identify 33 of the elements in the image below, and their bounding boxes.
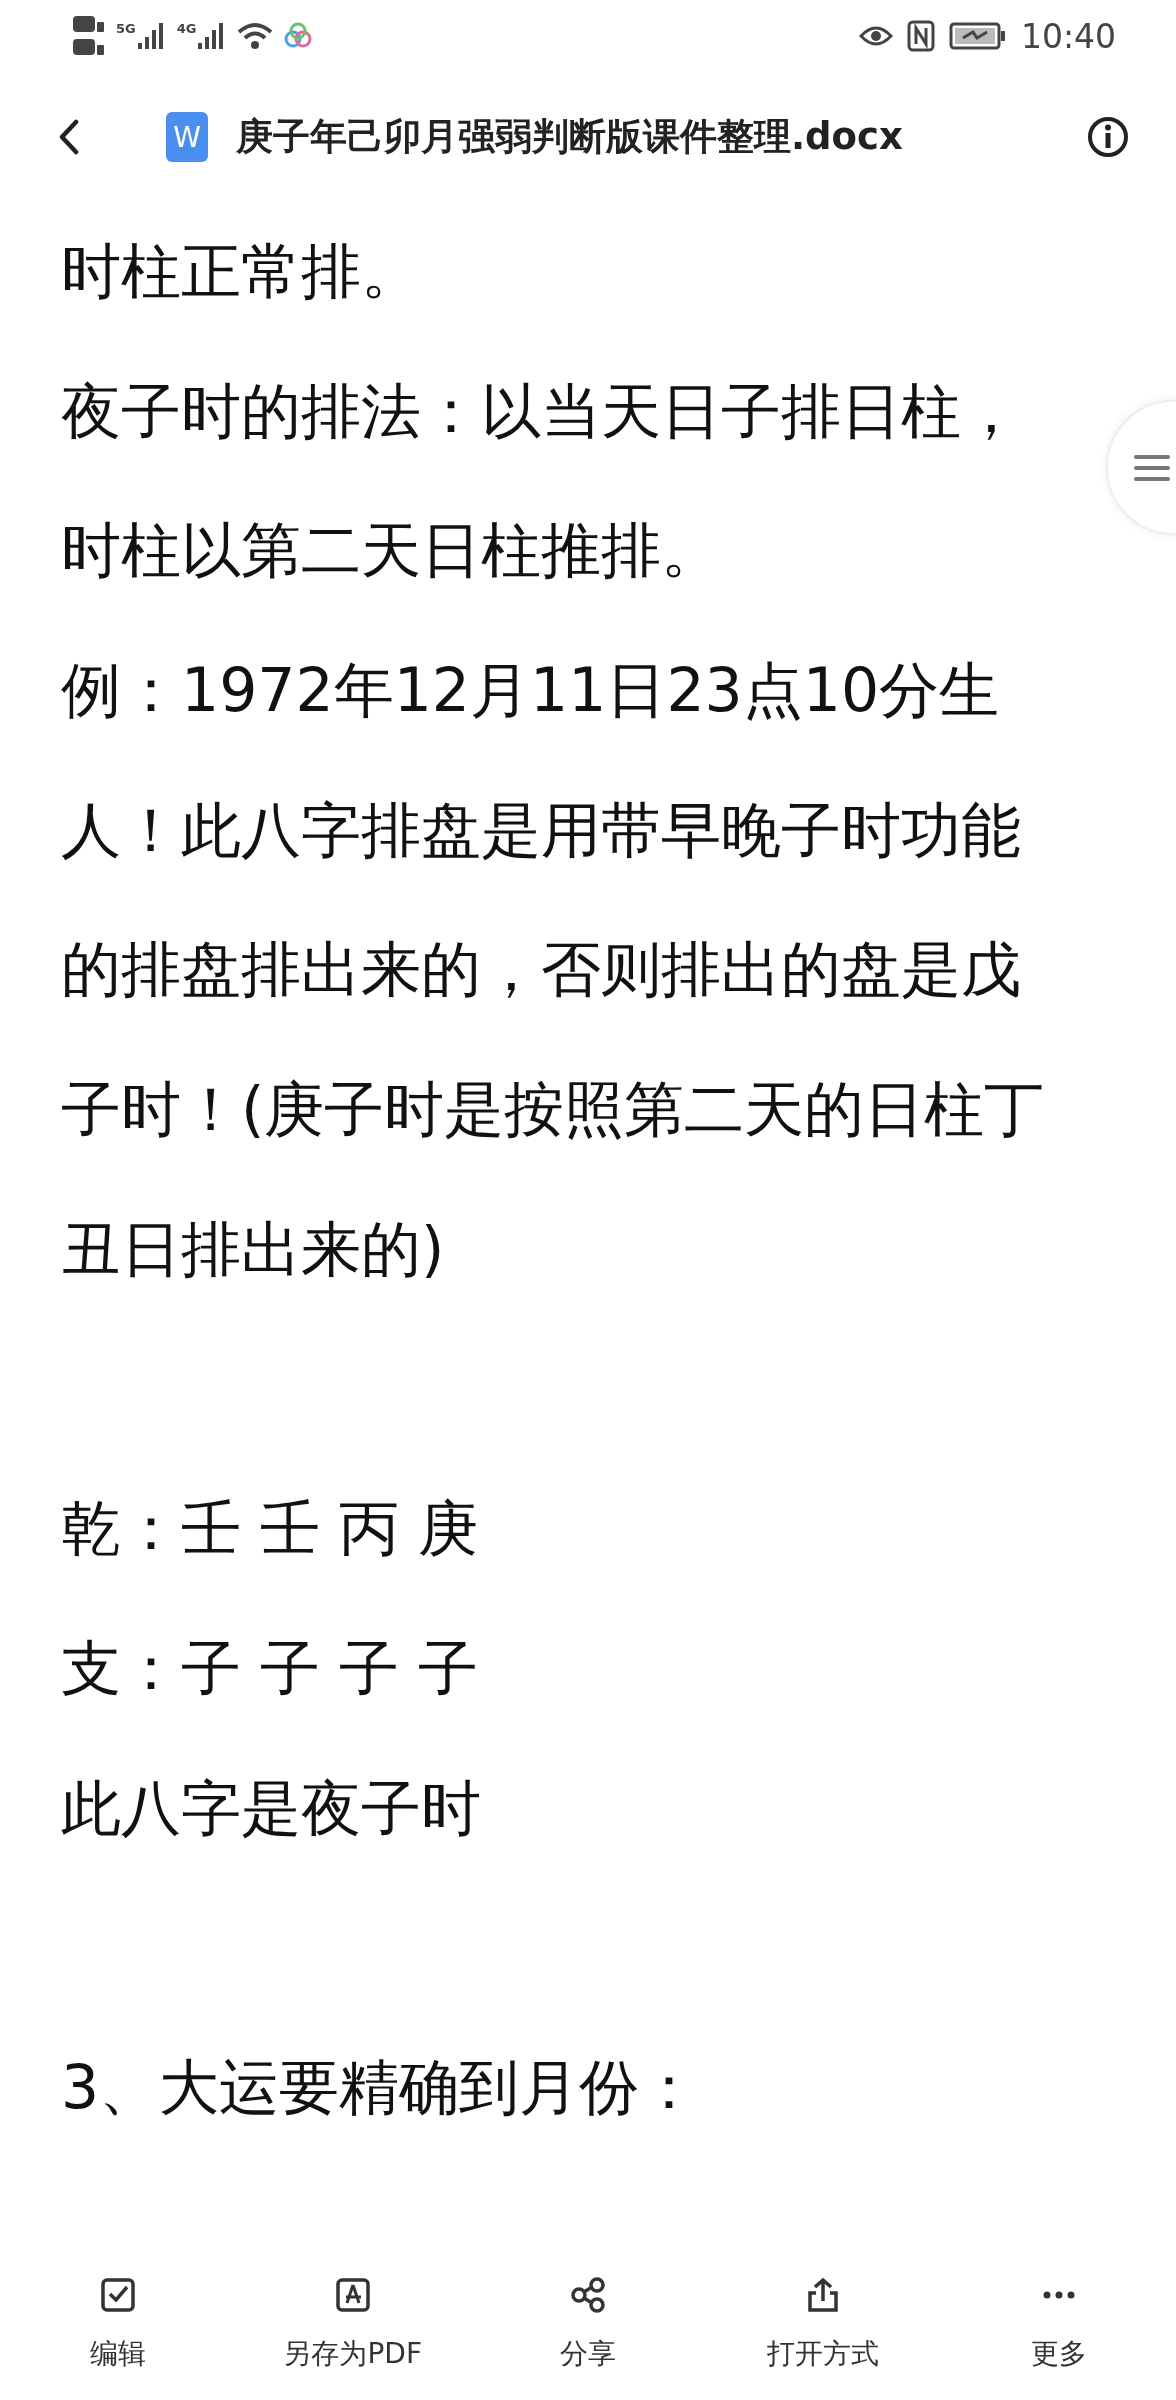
document-text-line: 的排盘排出来的，否则排出的盘是戊: [61, 933, 1021, 1007]
document-text-line: 支：子 子 子 子: [61, 1631, 479, 1705]
clock-time: 10:40: [1020, 16, 1116, 56]
sim-badges-icon: [72, 14, 106, 58]
back-chevron-icon[interactable]: [58, 119, 80, 155]
toolbar-button-label[interactable]: 分享: [560, 2335, 616, 2373]
wifi-icon: [237, 21, 274, 51]
document-text-line: 丑日排出来的): [61, 1212, 445, 1286]
network-label: 4G: [176, 21, 197, 36]
checkbox-edit-icon[interactable]: [99, 2277, 136, 2313]
document-text-line: 例：1972年12月11日23点10分生: [61, 654, 1000, 728]
document-text-line: 子时！(庚子时是按照第二天的日柱丁: [61, 1073, 1045, 1147]
pdf-icon[interactable]: [334, 2277, 371, 2313]
document-text-line: 此八字是夜子时: [61, 1771, 481, 1845]
document-text-line: 乾：壬 壬 丙 庚: [61, 1492, 479, 1566]
eye-icon: [858, 24, 893, 48]
document-text-line: 3、大运要精确到月份：: [61, 2050, 700, 2124]
toolbar-button-label[interactable]: 另存为PDF: [283, 2335, 423, 2373]
document-text-line: 人！此八字排盘是用带早晚子时功能: [61, 793, 1021, 867]
toolbar-button-label[interactable]: 编辑: [89, 2335, 146, 2373]
document-text-line: 时柱以第二天日柱推排。: [61, 514, 721, 588]
menu-icon[interactable]: [1134, 454, 1170, 481]
network-label: 5G: [116, 21, 136, 36]
nfc-icon: [906, 20, 935, 52]
document-title: 庚子年己卯月强弱判断版课件整理.docx: [236, 114, 903, 160]
battery-icon: [948, 22, 1007, 50]
word-file-icon: W: [166, 112, 208, 162]
toolbar-button-label[interactable]: 更多: [1030, 2335, 1087, 2373]
info-icon[interactable]: [1086, 115, 1130, 159]
share-icon[interactable]: [570, 2277, 606, 2313]
toolbar-button-label[interactable]: 打开方式: [767, 2335, 880, 2373]
document-text-line: 夜子时的排法：以当天日子排日柱，: [61, 374, 1021, 448]
document-text-line: 时柱正常排。: [61, 235, 421, 308]
